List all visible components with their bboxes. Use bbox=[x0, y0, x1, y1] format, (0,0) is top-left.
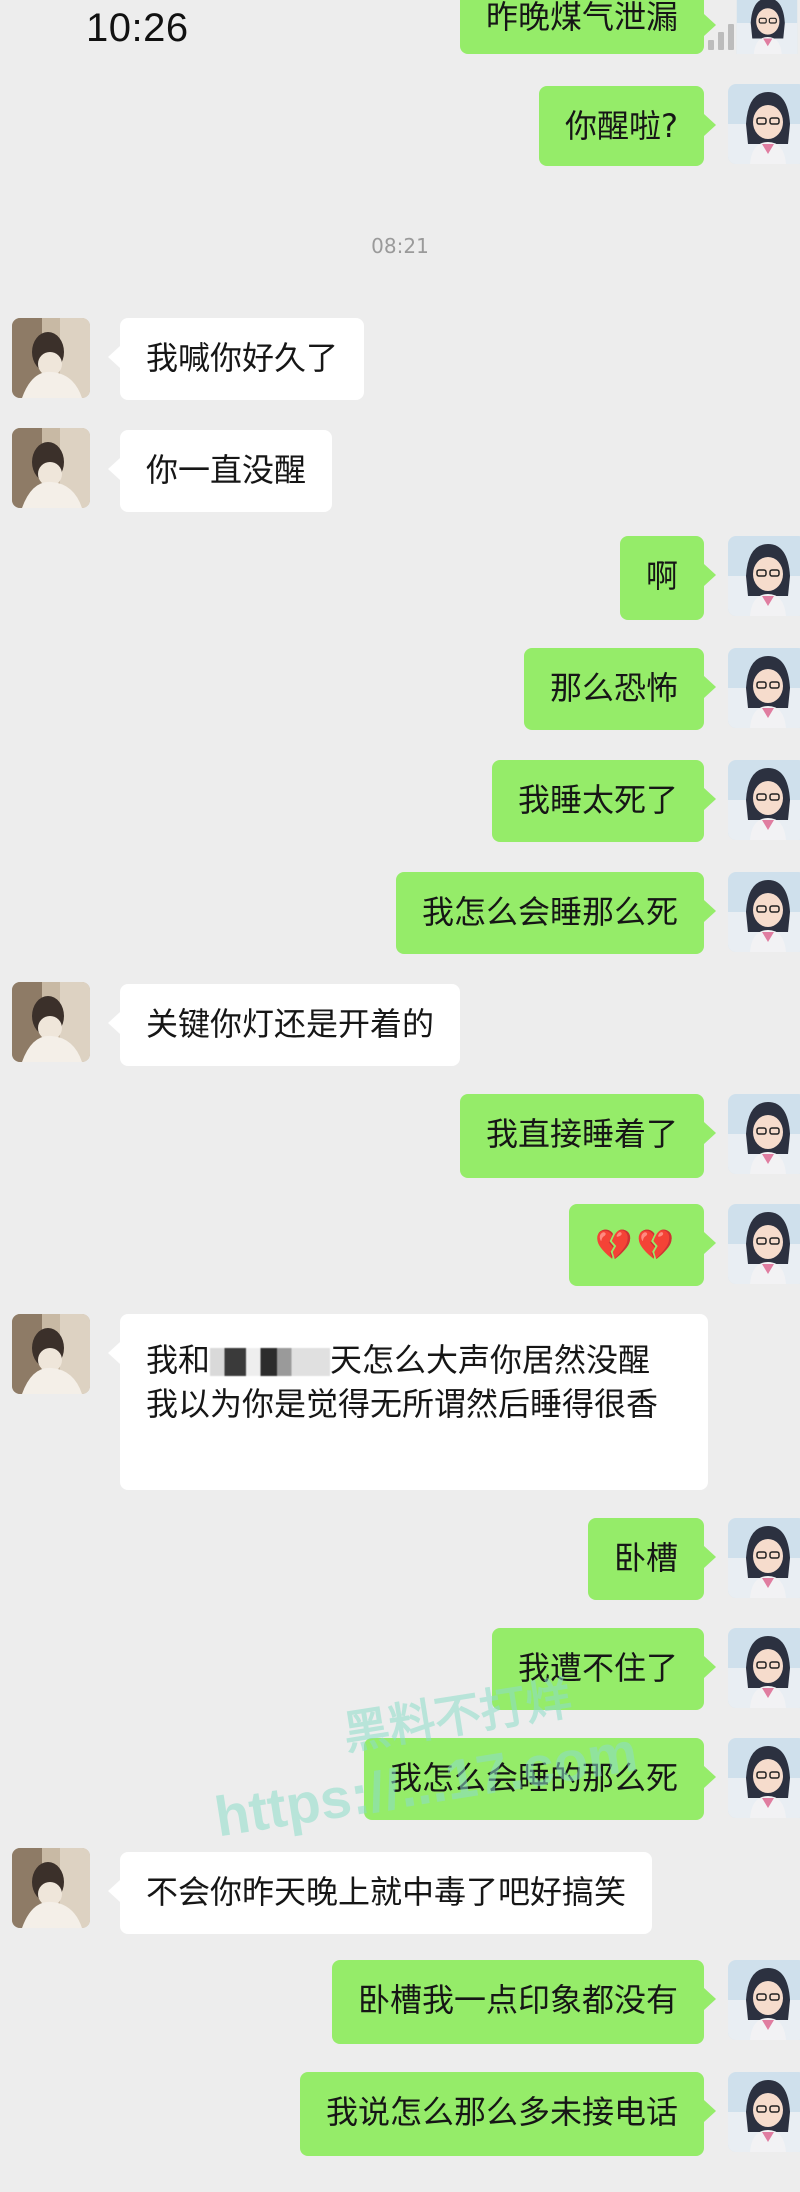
self-avatar[interactable] bbox=[728, 2072, 800, 2152]
anime-girl-avatar-icon bbox=[728, 1738, 800, 1818]
contact-avatar-photo-icon bbox=[12, 428, 90, 508]
contact-avatar[interactable] bbox=[12, 1314, 90, 1394]
received-message[interactable]: 你一直没醒 bbox=[107, 430, 333, 512]
message-timestamp: 08:21 bbox=[371, 234, 429, 258]
anime-girl-avatar-icon bbox=[728, 536, 800, 616]
contact-avatar-photo-icon bbox=[12, 982, 90, 1062]
anime-girl-avatar-icon bbox=[728, 1960, 800, 2040]
sent-message[interactable]: 我说怎么那么多未接电话 bbox=[299, 2072, 717, 2156]
sent-message[interactable]: 💔💔 bbox=[569, 1204, 716, 1286]
contact-avatar-photo-icon bbox=[12, 318, 90, 398]
self-avatar[interactable] bbox=[728, 760, 800, 840]
contact-avatar[interactable] bbox=[12, 1848, 90, 1928]
self-avatar[interactable] bbox=[728, 648, 800, 728]
anime-girl-avatar-icon bbox=[728, 2072, 800, 2152]
sent-message[interactable]: 你醒啦? bbox=[539, 86, 716, 166]
anime-girl-avatar-icon bbox=[728, 872, 800, 952]
self-avatar[interactable] bbox=[728, 1518, 800, 1598]
received-message[interactable]: 关键你灯还是开着的 bbox=[107, 984, 461, 1066]
self-avatar[interactable] bbox=[728, 1960, 800, 2040]
contact-avatar[interactable] bbox=[12, 318, 90, 398]
sent-message[interactable]: 我遭不住了 bbox=[491, 1628, 717, 1710]
self-avatar[interactable] bbox=[728, 1204, 800, 1284]
anime-girl-avatar-icon bbox=[728, 760, 800, 840]
anime-girl-avatar-icon bbox=[728, 1518, 800, 1598]
received-message[interactable]: 我和 天怎么大声你居然没醒 我以为你是觉得无所谓然后睡得很香 bbox=[108, 1314, 708, 1490]
sent-message[interactable]: 啊 bbox=[619, 536, 717, 620]
sent-message[interactable]: 我怎么会睡的那么死 bbox=[363, 1738, 717, 1820]
anime-girl-avatar-icon bbox=[728, 648, 800, 728]
anime-girl-avatar-icon bbox=[728, 1094, 800, 1174]
contact-avatar[interactable] bbox=[12, 982, 90, 1062]
received-message[interactable]: 我喊你好久了 bbox=[107, 318, 365, 400]
sent-message[interactable]: 昨晚煤气泄漏 bbox=[459, 0, 717, 54]
received-message[interactable]: 不会你昨天晚上就中毒了吧好搞笑 bbox=[107, 1852, 653, 1934]
contact-avatar-photo-icon bbox=[12, 1848, 90, 1928]
anime-girl-avatar-icon bbox=[736, 0, 798, 54]
self-avatar[interactable] bbox=[728, 1628, 800, 1708]
self-avatar[interactable] bbox=[728, 84, 800, 164]
contact-avatar[interactable] bbox=[12, 428, 90, 508]
sent-message[interactable]: 卧槽我一点印象都没有 bbox=[331, 1960, 717, 2044]
redacted-mosaic bbox=[210, 1348, 331, 1376]
anime-girl-avatar-icon bbox=[728, 1628, 800, 1708]
self-avatar[interactable] bbox=[728, 536, 800, 616]
sent-message[interactable]: 卧槽 bbox=[587, 1518, 717, 1600]
sent-message[interactable]: 我直接睡着了 bbox=[459, 1094, 717, 1178]
self-avatar[interactable] bbox=[728, 1094, 800, 1174]
self-avatar[interactable] bbox=[728, 872, 800, 952]
sent-message[interactable]: 我怎么会睡那么死 bbox=[395, 872, 717, 954]
broken-heart-icon: 💔💔 bbox=[595, 1228, 678, 1263]
sent-message[interactable]: 那么恐怖 bbox=[523, 648, 717, 730]
self-avatar[interactable] bbox=[728, 1738, 800, 1818]
contact-avatar-photo-icon bbox=[12, 1314, 90, 1394]
message-text-start: 我和 bbox=[146, 1341, 211, 1379]
status-time: 10:26 bbox=[86, 6, 189, 50]
sent-message[interactable]: 我睡太死了 bbox=[491, 760, 717, 842]
anime-girl-avatar-icon bbox=[728, 1204, 800, 1284]
anime-girl-avatar-icon bbox=[728, 84, 800, 164]
self-avatar[interactable] bbox=[728, 0, 800, 54]
